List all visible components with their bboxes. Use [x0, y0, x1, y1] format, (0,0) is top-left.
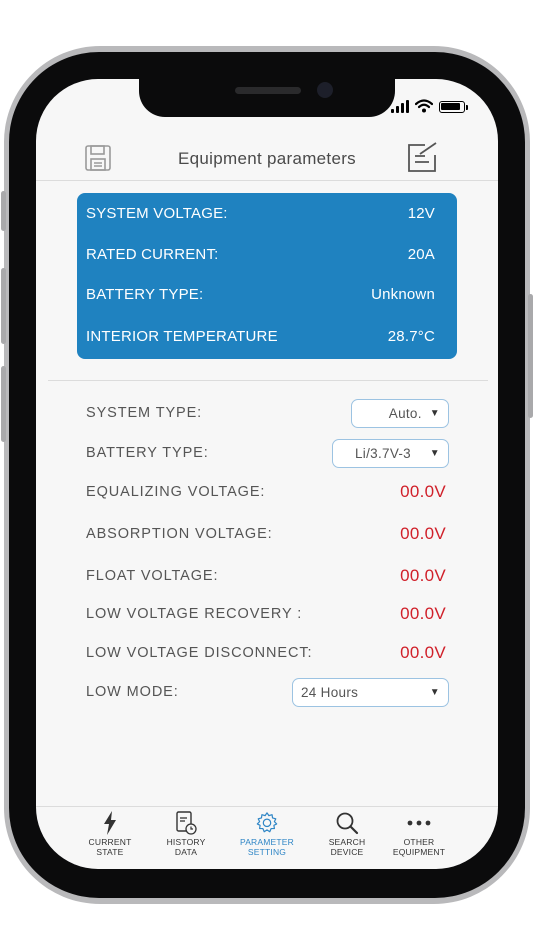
tab-label: OTHER EQUIPMENT: [392, 837, 446, 857]
param-system-type: SYSTEM TYPE: Auto. ▼: [86, 398, 449, 428]
param-label: EQUALIZING VOLTAGE:: [86, 484, 266, 500]
system-type-select[interactable]: Auto. ▼: [351, 398, 449, 428]
tab-other-equipment[interactable]: OTHER EQUIPMENT: [381, 811, 457, 857]
side-button-power: [528, 294, 533, 418]
info-value: 20A: [407, 245, 435, 263]
header-bar: Equipment parameters: [36, 137, 498, 181]
lightning-icon: [104, 811, 116, 835]
param-label: BATTERY TYPE:: [86, 445, 209, 461]
side-button-silent: [1, 191, 6, 231]
battery-tip: [466, 105, 468, 110]
select-value: 24 Hours: [301, 684, 359, 700]
info-label: INTERIOR TEMPERATURE: [86, 327, 278, 345]
speaker-grille: [235, 87, 301, 94]
param-value[interactable]: 00.0V: [400, 643, 446, 663]
chevron-down-icon: ▼: [429, 447, 440, 459]
battery-icon: [439, 101, 465, 113]
tab-label: CURRENT STATE: [88, 837, 132, 857]
wifi-icon: [415, 99, 433, 113]
info-row-battery-type: BATTERY TYPE: Unknown: [86, 283, 435, 305]
tab-parameter-setting[interactable]: PARAMETER SETTING: [229, 811, 305, 857]
param-label: LOW VOLTAGE DISCONNECT:: [86, 645, 313, 661]
info-value: 28.7°C: [387, 327, 435, 345]
param-battery-type: BATTERY TYPE: Li/3.7V-3 ▼: [86, 438, 449, 468]
select-value: Li/3.7V-3: [355, 445, 411, 461]
param-value[interactable]: 00.0V: [400, 482, 446, 502]
signal-icon: [391, 100, 409, 113]
param-value[interactable]: 00.0V: [400, 524, 446, 544]
info-label: SYSTEM VOLTAGE:: [86, 204, 228, 222]
bottom-tab-bar: CURRENT STATE HISTORY DATA PARAMETER SETTIN…: [36, 806, 498, 869]
param-low-mode: LOW MODE: 24 Hours ▼: [86, 677, 449, 707]
tab-label: HISTORY DATA: [166, 837, 206, 857]
chevron-down-icon: ▼: [429, 407, 440, 419]
info-row-rated-current: RATED CURRENT: 20A: [86, 243, 435, 265]
section-divider: [48, 380, 488, 381]
info-row-interior-temperature: INTERIOR TEMPERATURE 28.7°C: [86, 325, 435, 347]
battery-type-select[interactable]: Li/3.7V-3 ▼: [332, 438, 449, 468]
chevron-down-icon: ▼: [429, 686, 440, 698]
info-value: 12V: [407, 204, 435, 222]
more-dots-icon: [407, 820, 431, 826]
param-absorption-voltage[interactable]: ABSORPTION VOLTAGE: 00.0V: [86, 519, 449, 549]
param-equalizing-voltage[interactable]: EQUALIZING VOLTAGE: 00.0V: [86, 477, 449, 507]
info-label: RATED CURRENT:: [86, 245, 219, 263]
param-low-voltage-disconnect[interactable]: LOW VOLTAGE DISCONNECT: 00.0V: [86, 638, 449, 668]
info-value: Unknown: [371, 285, 435, 303]
device-info-card: SYSTEM VOLTAGE: 12V RATED CURRENT: 20A B…: [77, 193, 457, 359]
search-icon: [336, 812, 359, 835]
param-float-voltage[interactable]: FLOAT VOLTAGE: 00.0V: [86, 561, 449, 591]
param-label: LOW VOLTAGE RECOVERY :: [86, 606, 303, 622]
document-clock-icon: [176, 811, 197, 835]
low-mode-select[interactable]: 24 Hours ▼: [292, 677, 449, 707]
side-button-volume-down: [1, 366, 6, 442]
tab-label: SEARCH DEVICE: [328, 837, 366, 857]
param-label: FLOAT VOLTAGE:: [86, 568, 219, 584]
side-button-volume-up: [1, 268, 6, 344]
param-value[interactable]: 00.0V: [400, 604, 446, 624]
gear-icon: [256, 812, 278, 833]
param-label: ABSORPTION VOLTAGE:: [86, 526, 273, 542]
param-low-voltage-recovery[interactable]: LOW VOLTAGE RECOVERY : 00.0V: [86, 599, 449, 629]
app-screen: Equipment parameters SYSTEM VOLTAGE: 12V…: [36, 79, 498, 869]
status-bar: [391, 99, 468, 113]
info-label: BATTERY TYPE:: [86, 285, 204, 303]
param-value[interactable]: 00.0V: [400, 566, 446, 586]
tab-history-data[interactable]: HISTORY DATA: [148, 811, 224, 857]
tab-search-device[interactable]: SEARCH DEVICE: [309, 811, 385, 857]
tab-current-state[interactable]: CURRENT STATE: [72, 811, 148, 857]
select-value: Auto.: [388, 405, 422, 421]
edit-icon[interactable]: [406, 141, 438, 173]
front-camera: [317, 82, 333, 98]
param-label: SYSTEM TYPE:: [86, 405, 203, 421]
param-label: LOW MODE:: [86, 684, 179, 700]
info-row-system-voltage: SYSTEM VOLTAGE: 12V: [86, 202, 435, 224]
tab-label: PARAMETER SETTING: [239, 837, 295, 857]
notch: [139, 79, 395, 117]
